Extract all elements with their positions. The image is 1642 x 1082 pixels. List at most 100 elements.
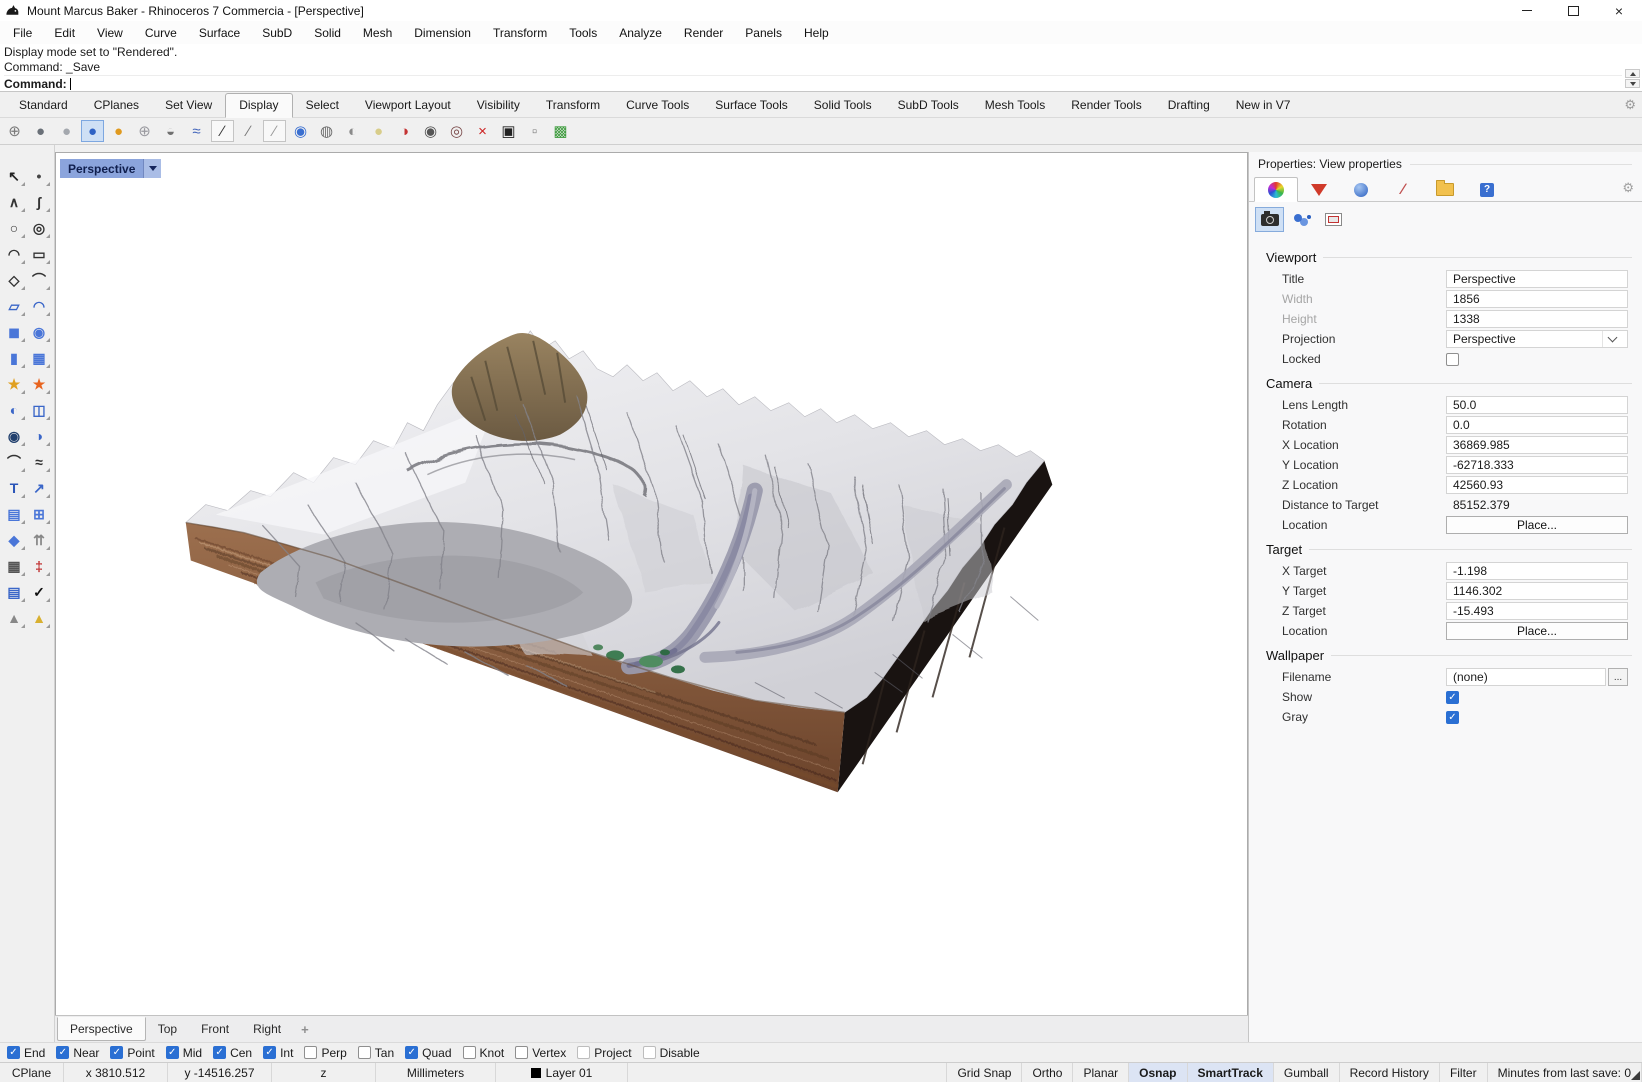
viewport-tab-top[interactable]: Top bbox=[146, 1018, 189, 1040]
osnap-int[interactable]: Int bbox=[263, 1046, 293, 1060]
viewport-frame-subtab[interactable] bbox=[1319, 207, 1348, 232]
osnap-quad[interactable]: Quad bbox=[405, 1046, 452, 1060]
menu-surface[interactable]: Surface bbox=[188, 23, 251, 43]
xray-mode-icon[interactable]: ⊕ bbox=[133, 120, 156, 142]
osnap-checkbox[interactable] bbox=[462, 1046, 476, 1059]
resize-grip-icon[interactable] bbox=[1631, 1071, 1640, 1080]
cylinder-icon[interactable]: ▮ bbox=[2, 347, 26, 369]
checkbox-show[interactable] bbox=[1446, 690, 1459, 704]
monitor-display-icon[interactable]: ▣ bbox=[497, 120, 520, 142]
render-spheres-subtab[interactable] bbox=[1287, 207, 1316, 232]
surface-plane-icon[interactable]: ▱ bbox=[2, 295, 26, 317]
value-input[interactable]: Perspective bbox=[1446, 270, 1628, 288]
annotation-tab[interactable]: ∕ bbox=[1382, 178, 1424, 201]
viewport-title-label[interactable]: Perspective bbox=[60, 159, 162, 178]
osnap-checkbox[interactable] bbox=[56, 1046, 70, 1059]
value-input[interactable]: 1146.302 bbox=[1446, 582, 1628, 600]
toolbar-tab-render-tools[interactable]: Render Tools bbox=[1058, 94, 1155, 117]
toolbar-tab-surface-tools[interactable]: Surface Tools bbox=[702, 94, 801, 117]
pyramid-icon[interactable]: ▲ bbox=[27, 607, 51, 629]
value-input[interactable]: 1856 bbox=[1446, 290, 1628, 308]
menu-edit[interactable]: Edit bbox=[43, 23, 86, 43]
new-viewport-icon[interactable]: + bbox=[301, 1022, 309, 1037]
wireframe-mode-icon[interactable]: ⊕ bbox=[3, 120, 26, 142]
menu-view[interactable]: View bbox=[86, 23, 134, 43]
value-input[interactable]: 0.0 bbox=[1446, 416, 1628, 434]
osnap-perp[interactable]: Perp bbox=[304, 1046, 347, 1060]
single-point-icon[interactable]: • bbox=[27, 165, 51, 187]
toolbar-tab-new-in-v7[interactable]: New in V7 bbox=[1223, 94, 1304, 117]
array-blocks-icon[interactable]: ▤ bbox=[2, 503, 26, 525]
toolbar-tab-viewport-layout[interactable]: Viewport Layout bbox=[352, 94, 464, 117]
surface-grid-icon[interactable]: ▦ bbox=[27, 347, 51, 369]
menu-analyze[interactable]: Analyze bbox=[608, 23, 673, 43]
osnap-checkbox[interactable] bbox=[165, 1046, 179, 1059]
osnap-checkbox[interactable] bbox=[110, 1046, 124, 1059]
solid-tools-icon[interactable]: ◆ bbox=[2, 529, 26, 551]
checkbox-gray[interactable] bbox=[1446, 710, 1459, 724]
value-input[interactable]: 50.0 bbox=[1446, 396, 1628, 414]
toolbar-tab-display[interactable]: Display bbox=[225, 93, 293, 118]
status-grid-snap[interactable]: Grid Snap bbox=[947, 1063, 1023, 1082]
shaded-mode-icon[interactable]: ● bbox=[29, 120, 52, 142]
control-point-curve-icon[interactable]: ʃ bbox=[27, 191, 51, 213]
toolbar-tab-curve-tools[interactable]: Curve Tools bbox=[613, 94, 702, 117]
boolean-difference-icon[interactable]: ◑ bbox=[27, 425, 51, 447]
toolbar-tab-standard[interactable]: Standard bbox=[6, 94, 81, 117]
pen-light-mode-icon[interactable]: ∕ bbox=[237, 120, 260, 142]
viewport-tab-front[interactable]: Front bbox=[189, 1018, 241, 1040]
menu-panels[interactable]: Panels bbox=[734, 23, 793, 43]
osnap-checkbox[interactable] bbox=[515, 1046, 529, 1059]
pen-lines-mode-icon[interactable]: ∕ bbox=[263, 120, 286, 142]
blend-curve-icon[interactable]: ≈ bbox=[27, 451, 51, 473]
status-millimeters[interactable]: Millimeters bbox=[376, 1063, 496, 1082]
cplane-target-icon[interactable]: ◑ bbox=[393, 120, 416, 142]
arc-icon[interactable]: ◠ bbox=[2, 243, 26, 265]
value-input[interactable]: 42560.93 bbox=[1446, 476, 1628, 494]
eye-view-icon[interactable]: ◉ bbox=[419, 120, 442, 142]
curve-blend-icon[interactable]: ⌒ bbox=[27, 269, 51, 291]
move-copy-icon[interactable]: ↗ bbox=[27, 477, 51, 499]
scroll-up-button[interactable] bbox=[1625, 69, 1640, 78]
dimension-icon[interactable]: ‡ bbox=[27, 555, 51, 577]
viewport-title-text[interactable]: Perspective bbox=[60, 159, 144, 178]
polygon-icon[interactable]: ◇ bbox=[2, 269, 26, 291]
fillet-curves-icon[interactable]: ⌒ bbox=[2, 451, 26, 473]
status-record-history[interactable]: Record History bbox=[1340, 1063, 1440, 1082]
mesh-primitives-icon[interactable]: ▲ bbox=[2, 607, 26, 629]
rectangle-icon[interactable]: ▭ bbox=[27, 243, 51, 265]
artistic-mode-icon[interactable]: ≈ bbox=[185, 120, 208, 142]
value-input[interactable]: -15.493 bbox=[1446, 602, 1628, 620]
osnap-vertex[interactable]: Vertex bbox=[515, 1046, 566, 1060]
osnap-disable[interactable]: Disable bbox=[642, 1046, 700, 1060]
menu-help[interactable]: Help bbox=[793, 23, 840, 43]
osnap-project[interactable]: Project bbox=[577, 1046, 632, 1060]
trim-icon[interactable]: ◐ bbox=[2, 399, 26, 421]
grid-array-icon[interactable]: ▦ bbox=[2, 555, 26, 577]
status-planar[interactable]: Planar bbox=[1073, 1063, 1130, 1082]
osnap-checkbox[interactable] bbox=[263, 1046, 277, 1059]
stereo-cube-icon[interactable]: ▩ bbox=[549, 120, 572, 142]
raytraced-mode-icon[interactable]: ● bbox=[107, 120, 130, 142]
shade-selected-icon[interactable]: ◍ bbox=[315, 120, 338, 142]
status-minutes-from-last-save-0[interactable]: Minutes from last save: 0 bbox=[1488, 1063, 1642, 1082]
status-cplane[interactable]: CPlane bbox=[0, 1063, 64, 1082]
minimize-button[interactable] bbox=[1504, 0, 1550, 21]
circle-icon[interactable]: ○ bbox=[2, 217, 26, 239]
osnap-checkbox[interactable] bbox=[213, 1046, 227, 1059]
pin-view-icon[interactable]: ◎ bbox=[445, 120, 468, 142]
value-input[interactable]: 36869.985 bbox=[1446, 436, 1628, 454]
osnap-checkbox[interactable] bbox=[577, 1046, 591, 1059]
status-filter[interactable]: Filter bbox=[1440, 1063, 1488, 1082]
osnap-near[interactable]: Near bbox=[56, 1046, 99, 1060]
toolbar-tab-cplanes[interactable]: CPlanes bbox=[81, 94, 152, 117]
osnap-checkbox[interactable] bbox=[7, 1046, 20, 1059]
select-pointer-icon[interactable]: ↖ bbox=[2, 165, 26, 187]
toolbar-tab-drafting[interactable]: Drafting bbox=[1155, 94, 1223, 117]
display-mode-tab[interactable] bbox=[1340, 178, 1382, 201]
menu-render[interactable]: Render bbox=[673, 23, 734, 43]
scroll-down-button[interactable] bbox=[1625, 79, 1640, 88]
toolbar-tab-visibility[interactable]: Visibility bbox=[464, 94, 533, 117]
technical-mode-icon[interactable]: ◒ bbox=[159, 120, 182, 142]
material-tab[interactable] bbox=[1298, 178, 1340, 201]
